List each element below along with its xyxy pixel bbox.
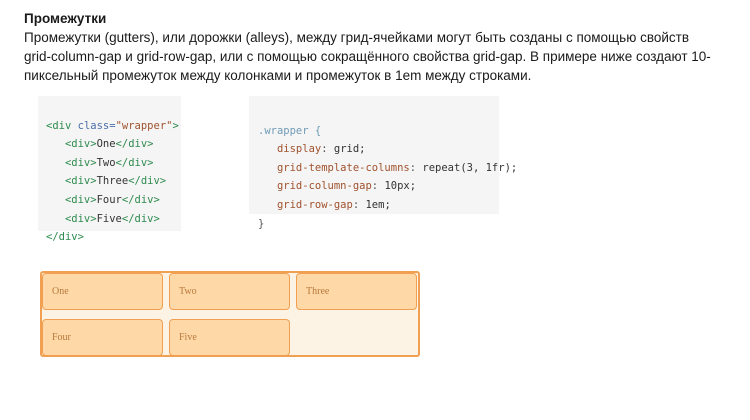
section-heading: Промежутки <box>24 11 107 26</box>
grid-wrapper-demo: One Two Three Four Five <box>40 271 420 357</box>
code-line-item: <div>Two</div> <box>64 156 154 169</box>
grid-item-one: One <box>42 273 163 310</box>
code-line-item: <div>Four</div> <box>64 193 160 206</box>
code-line-item: <div>Three</div> <box>64 175 167 188</box>
grid-item-two: Two <box>169 273 290 310</box>
grid-item-four: Four <box>42 319 163 356</box>
code-line-close: </div> <box>46 231 84 244</box>
css-rule: grid-template-columns: repeat(3, 1fr); <box>276 161 518 174</box>
grid-item-five: Five <box>169 319 290 356</box>
css-rule: grid-row-gap: 1em; <box>276 198 391 211</box>
css-rule: grid-column-gap: 10px; <box>276 180 417 193</box>
html-code-block: <div class="wrapper"> <div>One</div> <di… <box>38 96 181 243</box>
css-close-brace: } <box>258 217 265 230</box>
code-line-open: <div class="wrapper"> <box>46 119 179 132</box>
css-rule: display: grid; <box>276 143 366 156</box>
css-code-block: .wrapper { display: grid; grid-template-… <box>249 96 517 230</box>
grid-item-three: Three <box>296 273 417 310</box>
css-selector: .wrapper { <box>258 124 322 137</box>
code-line-item: <div>Five</div> <box>64 212 160 225</box>
section-paragraph: Промежутки (gutters), или дорожки (alley… <box>24 30 711 83</box>
code-line-item: <div>One</div> <box>64 138 154 151</box>
